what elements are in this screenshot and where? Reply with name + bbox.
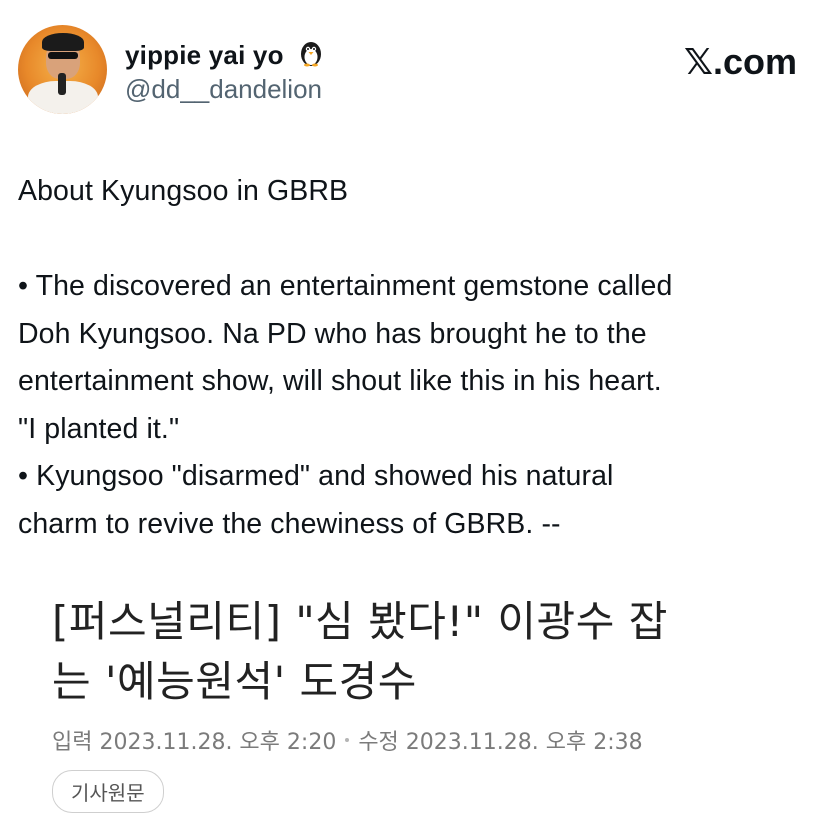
avatar[interactable] (18, 25, 107, 114)
article-headline: [퍼스널리티] "심 봤다!" 이광수 잡 는 '예능원석' 도경수 (52, 592, 812, 712)
tweet-line: "I planted it." (18, 412, 180, 445)
meta-separator (345, 738, 350, 742)
article-screenshot: [퍼스널리티] "심 봤다!" 이광수 잡 는 '예능원석' 도경수 입력 20… (52, 592, 812, 813)
x-logo-suffix: .com (712, 41, 797, 82)
tweet-title: About Kyungsoo in GBRB (18, 175, 349, 207)
display-name-text: yippie yai yo (125, 40, 284, 70)
edit-label: 수정 (358, 730, 399, 755)
tweet-line: Doh Kyungsoo. Na PD who has brought he t… (18, 317, 647, 350)
x-com-logo: 𝕏.com (684, 41, 797, 83)
tweet-line: charm to revive the chewiness of GBRB. -… (18, 507, 561, 540)
headline-line: 는 '예능원석' 도경수 (52, 657, 417, 706)
penguin-icon (297, 39, 325, 74)
edit-date: 2023.11.28. 오후 2:38 (405, 730, 643, 755)
tweet-line: • Kyungsoo "disarmed" and showed his nat… (18, 460, 614, 492)
original-article-button[interactable]: 기사원문 (52, 770, 164, 813)
tweet-header: yippie yai yo @dd__dandelion 𝕏.com (18, 25, 797, 117)
display-name[interactable]: yippie yai yo (125, 39, 325, 74)
article-meta: 입력 2023.11.28. 오후 2:20 수정 2023.11.28. 오후… (52, 724, 812, 756)
tweet-body: About Kyungsoo in GBRB • The discovered … (18, 168, 818, 548)
headline-line: [퍼스널리티] "심 봤다!" 이광수 잡 (52, 597, 668, 646)
tweet-line: • The discovered an entertainment gemsto… (18, 270, 673, 302)
tweet-line: entertainment show, will shout like this… (18, 365, 662, 397)
input-label: 입력 (52, 730, 93, 755)
user-handle[interactable]: @dd__dandelion (125, 74, 322, 105)
x-icon: 𝕏 (683, 42, 713, 83)
input-date: 2023.11.28. 오후 2:20 (99, 730, 337, 755)
